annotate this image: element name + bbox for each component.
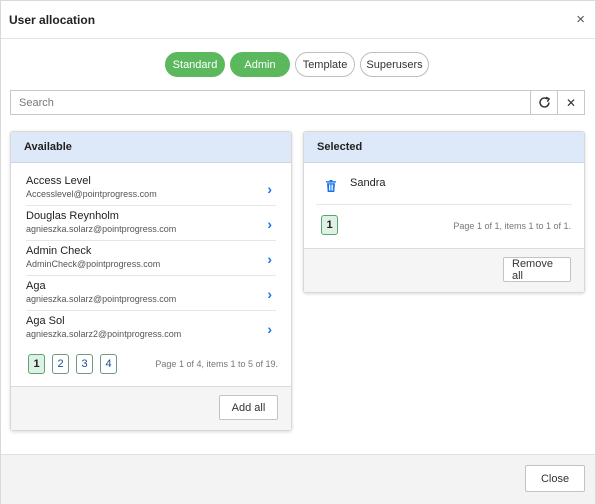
chevron-right-icon[interactable]: › bbox=[267, 251, 272, 267]
user-name: Admin Check bbox=[26, 245, 92, 257]
chevron-right-icon[interactable]: › bbox=[267, 216, 272, 232]
available-pager-info: Page 1 of 4, items 1 to 5 of 19. bbox=[155, 359, 278, 369]
user-email: agnieszka.solarz@pointprogress.com bbox=[26, 224, 177, 234]
filter-standard-chip[interactable]: Standard bbox=[165, 52, 225, 77]
user-email: Accesslevel@pointprogress.com bbox=[26, 189, 157, 199]
add-all-button[interactable]: Add all bbox=[219, 395, 278, 420]
selected-footer: Remove all bbox=[304, 248, 584, 292]
filter-superusers-chip[interactable]: Superusers bbox=[360, 52, 429, 77]
search-input[interactable] bbox=[10, 90, 531, 115]
available-pagination: 1 2 3 4 bbox=[28, 354, 117, 374]
page-button-1[interactable]: 1 bbox=[321, 215, 338, 235]
list-item[interactable]: Admin Check AdminCheck@pointprogress.com… bbox=[26, 241, 276, 276]
available-panel: Available Access Level Accesslevel@point… bbox=[10, 131, 292, 431]
user-type-filters: Standard Admin Template Superusers bbox=[165, 52, 429, 78]
available-list: Access Level Accesslevel@pointprogress.c… bbox=[11, 163, 291, 346]
chevron-right-icon[interactable]: › bbox=[267, 321, 272, 337]
available-heading: Available bbox=[11, 132, 291, 163]
selected-pagination: 1 bbox=[321, 215, 338, 235]
filter-template-chip[interactable]: Template bbox=[295, 52, 355, 77]
list-item: Sandra bbox=[316, 163, 572, 205]
close-button[interactable]: Close bbox=[525, 465, 585, 492]
user-email: AdminCheck@pointprogress.com bbox=[26, 259, 161, 269]
page-button-1[interactable]: 1 bbox=[28, 354, 45, 374]
dialog-title: User allocation bbox=[9, 13, 96, 27]
selected-pager-info: Page 1 of 1, items 1 to 1 of 1. bbox=[453, 221, 571, 231]
clear-icon: ✕ bbox=[565, 95, 577, 110]
user-email: agnieszka.solarz@pointprogress.com bbox=[26, 294, 177, 304]
page-button-2[interactable]: 2 bbox=[52, 354, 69, 374]
trash-icon[interactable] bbox=[326, 180, 336, 192]
page-button-3[interactable]: 3 bbox=[76, 354, 93, 374]
user-name: Sandra bbox=[350, 177, 386, 189]
list-item[interactable]: Aga agnieszka.solarz@pointprogress.com › bbox=[26, 276, 276, 311]
chevron-right-icon[interactable]: › bbox=[267, 286, 272, 302]
user-name: Aga Sol bbox=[26, 315, 65, 327]
user-name: Access Level bbox=[26, 175, 91, 187]
user-name: Aga bbox=[26, 280, 46, 292]
list-item[interactable]: Aga Sol agnieszka.solarz2@pointprogress.… bbox=[26, 311, 276, 346]
user-name: Douglas Reynholm bbox=[26, 210, 119, 222]
list-item[interactable]: Douglas Reynholm agnieszka.solarz@pointp… bbox=[26, 206, 276, 241]
dialog-footer: Close bbox=[1, 454, 595, 504]
list-item[interactable]: Access Level Accesslevel@pointprogress.c… bbox=[26, 171, 276, 206]
remove-all-button[interactable]: Remove all bbox=[503, 257, 571, 282]
dialog-header: User allocation × bbox=[1, 1, 595, 39]
selected-panel: Selected Sandra 1 Page 1 of 1, items 1 t… bbox=[303, 131, 585, 293]
user-email: agnieszka.solarz2@pointprogress.com bbox=[26, 329, 182, 339]
clear-search-button[interactable]: ✕ bbox=[558, 90, 585, 115]
close-icon[interactable]: × bbox=[576, 12, 585, 27]
refresh-button[interactable] bbox=[531, 90, 558, 115]
search-bar: ✕ bbox=[10, 90, 585, 115]
refresh-icon bbox=[538, 96, 550, 108]
user-allocation-dialog: User allocation × Standard Admin Templat… bbox=[0, 0, 596, 504]
filter-admin-chip[interactable]: Admin bbox=[230, 52, 290, 77]
available-footer: Add all bbox=[11, 386, 291, 430]
page-button-4[interactable]: 4 bbox=[100, 354, 117, 374]
selected-heading: Selected bbox=[304, 132, 584, 163]
chevron-right-icon[interactable]: › bbox=[267, 181, 272, 197]
